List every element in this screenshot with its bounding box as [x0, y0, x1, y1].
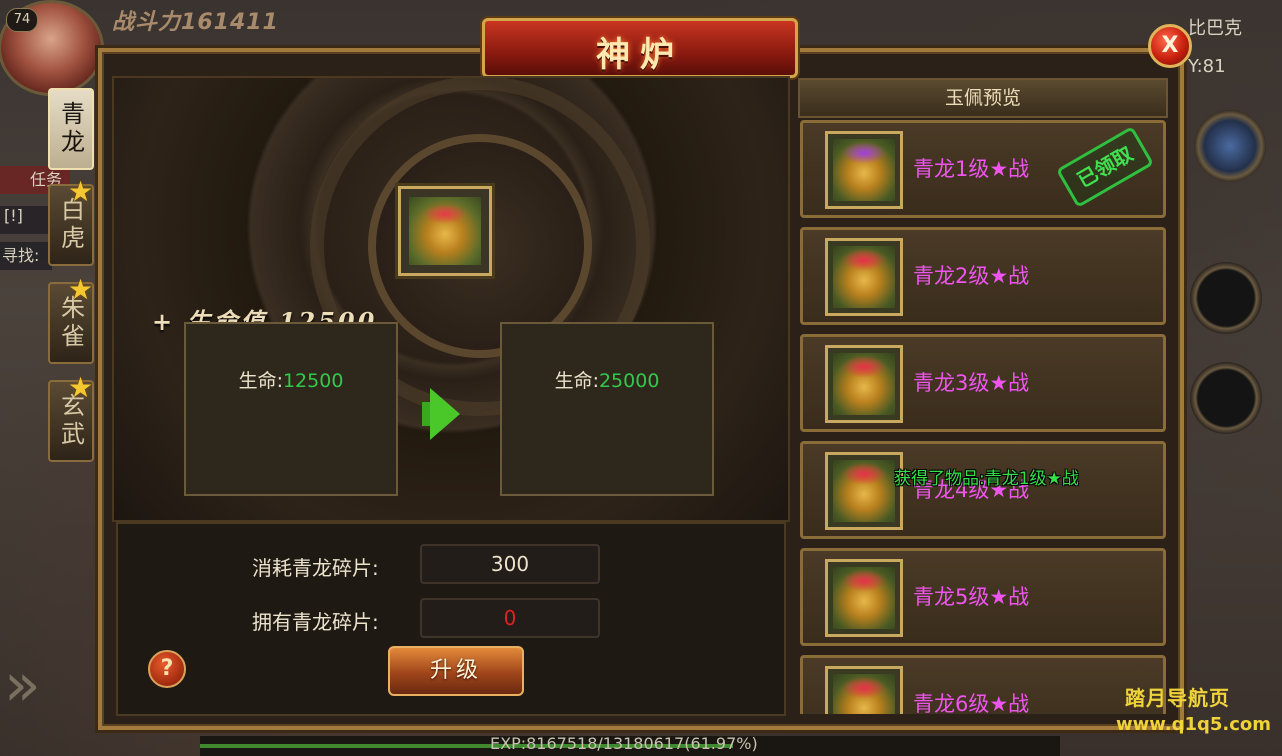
qinglong-pendant-icon: [833, 353, 895, 415]
preview-thumb: [825, 452, 903, 530]
qinglong-pendant-icon: [833, 460, 895, 522]
claimed-stamp: 已领取: [1055, 125, 1155, 209]
preview-header: 玉佩预览: [798, 78, 1168, 118]
preview-item[interactable]: 青龙6级★战: [800, 655, 1166, 714]
preview-item-name: 青龙5级★战: [913, 585, 1030, 609]
next-stat-box: 生命:25000: [500, 322, 714, 496]
cost-label: 消耗青龙碎片:: [252, 556, 379, 580]
seek-label: 寻找:: [0, 242, 52, 270]
help-button[interactable]: ?: [148, 650, 186, 688]
next-stat-label: 生命:: [554, 370, 599, 392]
combat-power: 战斗力161411: [112, 4, 279, 36]
cost-value-box: 300: [420, 544, 600, 584]
tab-star-icon: ★: [68, 175, 94, 208]
owned-value-box: 0: [420, 598, 600, 638]
owned-label: 拥有青龙碎片:: [252, 610, 379, 634]
tab-star-icon: ★: [68, 273, 94, 306]
current-stat-label: 生命:: [238, 370, 283, 392]
preview-item[interactable]: 青龙1级★战 已领取: [800, 120, 1166, 218]
upgrade-arrow-icon: [430, 388, 460, 440]
pendant-slot[interactable]: [398, 186, 492, 276]
preview-item[interactable]: 青龙2级★战: [800, 227, 1166, 325]
combat-power-label: 战斗力: [112, 10, 182, 35]
panel-title-plate: 神炉: [482, 18, 798, 78]
preview-item-name: 青龙1级★战: [913, 157, 1030, 181]
qinglong-pendant-icon: [833, 567, 895, 629]
skill-orb-3[interactable]: [1190, 362, 1262, 434]
player-coordinates: Y:81: [1188, 56, 1226, 77]
watermark-title: 踏月导航页: [1125, 686, 1230, 710]
close-button[interactable]: X: [1148, 24, 1192, 68]
combat-power-value: 161411: [181, 10, 279, 35]
preview-item[interactable]: 青龙5级★战: [800, 548, 1166, 646]
qinglong-pendant-icon: [833, 139, 895, 201]
preview-item[interactable]: 青龙3级★战: [800, 334, 1166, 432]
preview-thumb: [825, 238, 903, 316]
map-name: 比巴克: [1188, 18, 1242, 39]
current-stat-box: 生命:12500: [184, 322, 398, 496]
skill-orb-2[interactable]: [1190, 262, 1262, 334]
watermark-url: www.q1q5.com: [1116, 714, 1272, 735]
player-level-badge: 74: [6, 8, 38, 32]
tab-0[interactable]: 青龙: [48, 88, 94, 170]
next-stat-line: 生命:25000: [502, 366, 712, 393]
preview-item[interactable]: 青龙4级★战: [800, 441, 1166, 539]
expand-arrow-icon[interactable]: »: [4, 650, 54, 720]
skill-orb-1[interactable]: [1194, 110, 1266, 182]
qinglong-pendant-icon: [833, 674, 895, 714]
qinglong-pendant-icon: [833, 246, 895, 308]
panel-title: 神炉: [596, 35, 684, 75]
preview-thumb: [825, 131, 903, 209]
item-obtained-toast: 获得了物品:青龙1级★战: [894, 469, 1079, 489]
upgrade-button[interactable]: 升级: [388, 646, 524, 696]
next-stat-value: 25000: [598, 370, 660, 392]
preview-item-name: 青龙6级★战: [913, 692, 1030, 714]
preview-thumb: [825, 345, 903, 423]
task-line[interactable]: [!]: [0, 206, 54, 234]
preview-thumb: [825, 559, 903, 637]
preview-list[interactable]: 青龙1级★战 已领取青龙2级★战 青龙3级★战青龙4级★战青龙5级★战 青龙6级★战: [798, 118, 1170, 714]
preview-item-name: 青龙2级★战: [913, 264, 1030, 288]
preview-item-name: 青龙3级★战: [913, 371, 1030, 395]
current-stat-line: 生命:12500: [186, 366, 396, 393]
exp-text: EXP:8167518/13180617(61.97%): [490, 734, 758, 753]
preview-thumb: [825, 666, 903, 714]
tab-star-icon: ★: [68, 371, 94, 404]
current-stat-value: 12500: [282, 370, 344, 392]
qinglong-pendant-icon: [409, 197, 481, 265]
